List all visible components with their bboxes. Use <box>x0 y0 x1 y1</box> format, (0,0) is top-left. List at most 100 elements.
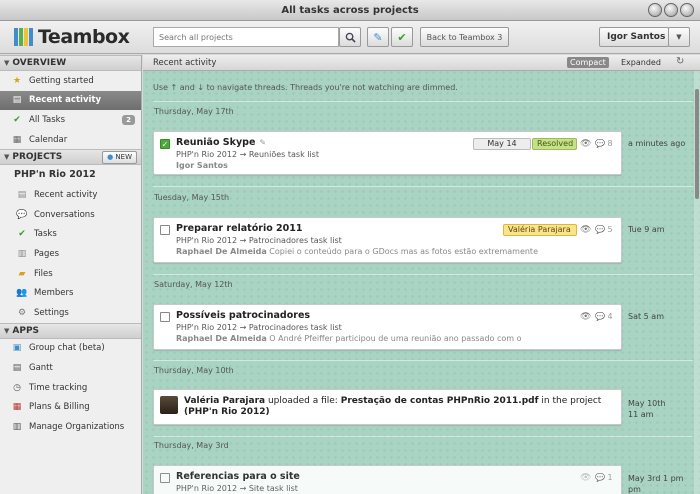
gear-icon: ⚙ <box>17 307 27 318</box>
comment-icon: 💬 <box>595 225 605 234</box>
speech-bubble-icon: ✎ <box>373 30 383 44</box>
task-checkbox[interactable] <box>160 225 170 235</box>
organization-icon: ▥ <box>12 421 22 432</box>
sidebar-item-plans-billing[interactable]: ▦ Plans & Billing <box>0 397 141 417</box>
upload-activity-text: Valéria Parajara uploaded a file: Presta… <box>184 396 602 417</box>
calendar-icon: ▦ <box>12 134 22 145</box>
expanded-view-toggle[interactable]: Expanded <box>621 58 661 67</box>
sidebar-item-conversations[interactable]: 💬 Conversations <box>0 205 141 225</box>
sidebar-item-recent-activity[interactable]: ▤ Recent activity <box>0 90 141 111</box>
task-checkbox[interactable] <box>160 473 170 483</box>
thread-timestamp: May 3rd 1 pm pm <box>628 474 684 494</box>
teambox-logo[interactable]: Teambox <box>14 26 130 48</box>
eye-icon[interactable]: 👁 <box>580 312 591 322</box>
last-comment: Raphael De Almeida O André Pfeiffer part… <box>176 334 522 343</box>
page-icon: ▥ <box>17 248 27 259</box>
refresh-icon[interactable]: ↻ <box>676 56 684 67</box>
sidebar-item-group-chat[interactable]: ▣ Group chat (beta) <box>0 339 141 359</box>
uploader-name[interactable]: Valéria Parajara <box>184 396 265 406</box>
new-task-button[interactable]: ✔ <box>391 27 413 47</box>
minimize-button[interactable] <box>648 3 662 17</box>
task-title[interactable]: Preparar relatório 2011 <box>176 223 302 234</box>
thread-card[interactable]: ✓ Reunião Skype ✎ PHP'n Rio 2012 → Reuniõ… <box>153 131 622 175</box>
project-link[interactable]: (PHP'n Rio 2012) <box>184 407 270 417</box>
thread-timestamp: May 10th 11 am <box>628 399 666 419</box>
search-button[interactable] <box>339 27 361 47</box>
logo-text: Teambox <box>38 26 130 48</box>
eye-icon[interactable]: 👁 <box>580 225 591 235</box>
status-badge: Resolved <box>532 138 577 150</box>
collapse-triangle-icon: ▼ <box>4 153 10 162</box>
user-menu-button[interactable]: Igor Santos <box>599 27 669 47</box>
clock-icon: ◷ <box>13 382 21 393</box>
date-header: Saturday, May 12th <box>154 280 233 289</box>
thread-card[interactable]: Preparar relatório 2011 PHP'n Rio 2012 →… <box>153 217 622 263</box>
sidebar-item-manage-organizations[interactable]: ▥ Manage Organizations <box>0 417 141 437</box>
page-title: Recent activity <box>153 58 217 68</box>
people-icon: 👥 <box>16 288 28 299</box>
task-title[interactable]: Referencias para o site <box>176 471 300 482</box>
compact-view-toggle[interactable]: Compact <box>567 57 609 68</box>
document-icon: ▤ <box>12 95 22 106</box>
divider <box>153 436 693 437</box>
sidebar-item-files[interactable]: ▰ Files <box>0 264 141 284</box>
new-conversation-button[interactable]: ✎ <box>367 27 389 47</box>
sidebar-item-settings[interactable]: ⚙ Settings <box>0 303 141 323</box>
thread-card[interactable]: Possíveis patrocinadores PHP'n Rio 2012 … <box>153 304 622 350</box>
task-path[interactable]: PHP'n Rio 2012 → Reuniões task list <box>176 150 319 159</box>
sidebar-item-gantt[interactable]: ▤ Gantt <box>0 358 141 378</box>
sidebar-item-tasks[interactable]: ✔ Tasks <box>0 225 141 245</box>
date-header: Thursday, May 3rd <box>154 441 229 450</box>
new-project-button[interactable]: ● NEW <box>102 151 137 165</box>
task-path[interactable]: PHP'n Rio 2012 → Patrocinadores task lis… <box>176 236 342 245</box>
date-header: Thursday, May 17th <box>154 107 234 116</box>
close-button[interactable] <box>680 3 694 17</box>
check-icon: ✔ <box>18 229 26 240</box>
date-header: Tuesday, May 15th <box>154 193 230 202</box>
plus-icon: ● <box>107 153 114 162</box>
apps-section-header[interactable]: ▼ APPS <box>0 322 141 339</box>
sidebar-item-time-tracking[interactable]: ◷ Time tracking <box>0 378 141 398</box>
task-title[interactable]: Possíveis patrocinadores <box>176 310 310 321</box>
projects-section-header[interactable]: ▼ PROJECTS ● NEW <box>0 149 141 166</box>
sidebar-item-pages[interactable]: ▥ Pages <box>0 244 141 264</box>
thread-card[interactable]: Referencias para o site PHP'n Rio 2012 →… <box>153 465 622 494</box>
project-title[interactable]: PHP'n Rio 2012 <box>0 165 141 185</box>
task-checkbox[interactable] <box>160 312 170 322</box>
collapse-triangle-icon: ▼ <box>4 59 10 67</box>
document-icon: ▤ <box>17 190 27 201</box>
task-author: Igor Santos <box>176 161 228 170</box>
avatar[interactable] <box>160 396 178 414</box>
task-checkbox-checked[interactable]: ✓ <box>160 139 170 149</box>
sidebar-item-calendar[interactable]: ▦ Calendar <box>0 130 141 150</box>
eye-icon[interactable]: 👁 <box>580 139 591 149</box>
sidebar-item-getting-started[interactable]: ★ Getting started <box>0 71 141 91</box>
divider <box>153 186 693 187</box>
task-title[interactable]: Reunião Skype ✎ <box>176 137 266 148</box>
speech-bubble-icon: 💬 <box>16 209 28 220</box>
collapse-triangle-icon: ▼ <box>4 326 10 335</box>
sidebar-item-members[interactable]: 👥 Members <box>0 283 141 303</box>
chevron-down-icon: ▼ <box>676 33 682 41</box>
task-path[interactable]: PHP'n Rio 2012 → Site task list <box>176 484 298 493</box>
upload-activity-card[interactable]: Valéria Parajara uploaded a file: Presta… <box>153 389 622 425</box>
overview-section-header[interactable]: ▼ OVERVIEW <box>0 55 141 71</box>
uploaded-file-link[interactable]: Prestação de contas PHPnRio 2011.pdf <box>341 396 539 406</box>
eye-icon[interactable]: 👁 <box>580 473 591 483</box>
search-input[interactable] <box>153 27 339 47</box>
task-path[interactable]: PHP'n Rio 2012 → Patrocinadores task lis… <box>176 323 342 332</box>
back-to-teambox3-button[interactable]: Back to Teambox 3 <box>420 27 509 47</box>
pencil-icon[interactable]: ✎ <box>259 138 266 147</box>
main-content: Recent activity Compact Expanded ↻ Use ↑… <box>143 55 700 494</box>
sidebar-item-project-recent-activity[interactable]: ▤ Recent activity <box>0 185 141 205</box>
window-title: All tasks across projects <box>281 5 419 16</box>
logo-mark-icon <box>14 28 33 46</box>
sidebar-item-all-tasks[interactable]: ✔ All Tasks 2 <box>0 110 141 130</box>
thread-timestamp: Tue 9 am <box>628 225 665 234</box>
maximize-button[interactable] <box>664 3 678 17</box>
due-date-badge: May 14 <box>473 138 531 150</box>
scrollbar[interactable] <box>694 71 700 494</box>
user-menu-dropdown[interactable]: ▼ <box>668 27 690 47</box>
scrollbar-thumb[interactable] <box>695 89 699 199</box>
assignee-badge: Valéria Parajara <box>503 224 577 236</box>
